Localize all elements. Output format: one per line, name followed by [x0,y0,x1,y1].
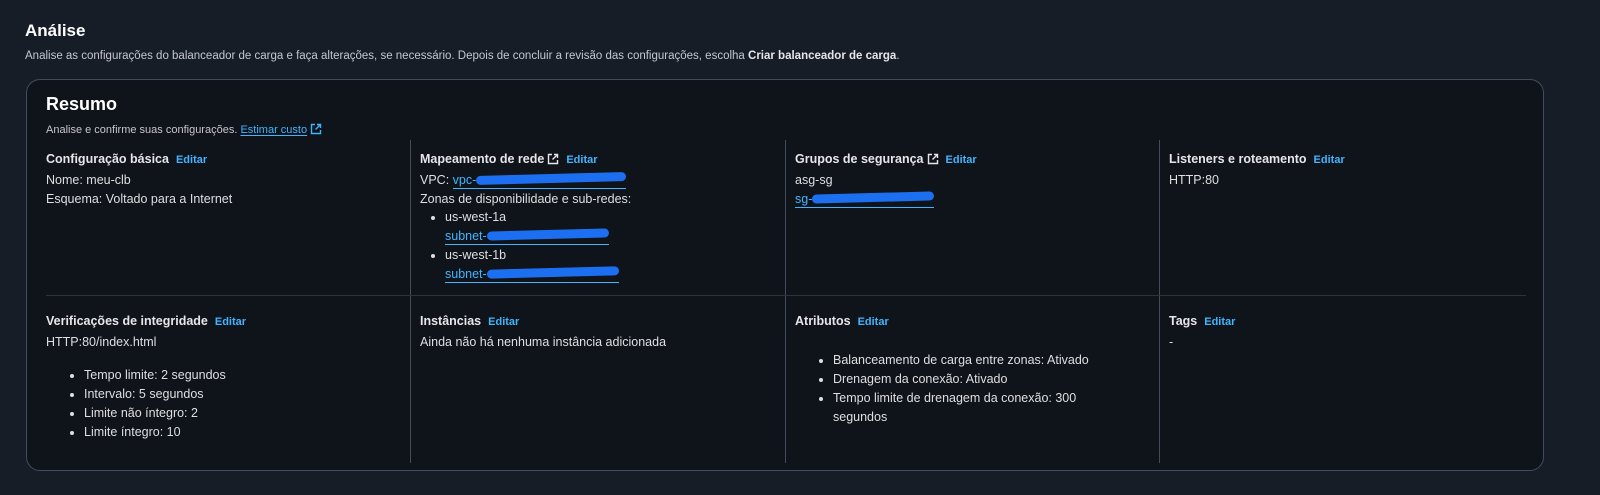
redacted-security-group-id [812,190,935,204]
summary-container: Resumo Analise e confirme suas configura… [26,79,1544,471]
subnet-link[interactable]: subnet- [445,228,609,245]
network-mapping-section: Mapeamento de rede Editar VPC: vpc- Zonas… [420,150,775,284]
estimate-cost-label: Estimar custo [240,124,308,136]
attributes-section: Atributos Editar Balanceamento de carga e… [795,312,1150,427]
attributes-title: Atributos [795,314,851,328]
redacted-subnet-id [486,228,609,241]
health-checks-section: Verificações de integridade Editar HTTP:8… [46,312,401,442]
attribute-item: Drenagem da conexão: Ativado [833,370,1150,389]
instances-value: Ainda não há nenhuma instância adicionad… [420,335,667,349]
summary-description-text: Analise e confirme suas configurações. [46,124,238,136]
security-group-link[interactable]: sg- [795,190,935,208]
edit-attributes-link[interactable]: Editar [858,316,889,328]
health-check-target: HTTP:80/index.html [46,335,157,349]
subnet-link[interactable]: subnet- [445,266,619,283]
security-groups-header: Grupos de segurança Editar [795,150,1150,168]
zone-item: us-west-1a subnet- [445,208,775,246]
edit-health-checks-link[interactable]: Editar [215,316,246,328]
edit-security-groups-link[interactable]: Editar [946,154,977,166]
edit-network-mapping-link[interactable]: Editar [566,154,597,166]
attribute-text: Tempo limite de drenagem da conexão: 300 [833,391,1077,405]
column-divider [785,140,786,463]
edit-instances-link[interactable]: Editar [488,316,519,328]
instances-section: Instâncias Editar Ainda não há nenhuma in… [420,312,775,352]
zones-list: us-west-1a subnet- us-west-1b subnet- [420,208,775,284]
basic-config-section: Configuração básica Editar Nome: meu-clb … [46,150,401,208]
security-group-prefix: sg- [795,191,813,206]
attributes-list: Balanceamento de carga entre zonas: Ativ… [795,351,1150,427]
redacted-subnet-id [486,266,619,279]
edit-tags-link[interactable]: Editar [1204,316,1235,328]
instances-header: Instâncias Editar [420,312,775,330]
listener-value: HTTP:80 [1169,173,1220,187]
attribute-item: Balanceamento de carga entre zonas: Ativ… [833,351,1150,370]
column-divider [410,140,411,463]
external-link-icon[interactable] [927,152,939,170]
page-description: Analise as configurações do balanceador … [25,50,900,62]
listeners-header: Listeners e roteamento Editar [1169,150,1524,168]
subnet-prefix: subnet- [445,229,487,243]
page-description-end: . [896,50,900,62]
tags-header: Tags Editar [1169,312,1524,330]
zone-name: us-west-1b [445,248,507,262]
health-check-list: Tempo limite: 2 segundos Intervalo: 5 se… [46,366,401,442]
vpc-link[interactable]: vpc- [452,172,627,189]
basic-config-title: Configuração básica [46,152,169,166]
zone-item: us-west-1b subnet- [445,246,775,284]
security-groups-title: Grupos de segurança [795,152,924,166]
attribute-item: Tempo limite de drenagem da conexão: 300… [833,389,1150,427]
summary-description: Analise e confirme suas configurações. E… [46,123,322,138]
basic-config-header: Configuração básica Editar [46,150,401,168]
edit-basic-config-link[interactable]: Editar [176,154,207,166]
lb-name: Nome: meu-clb [46,173,131,187]
network-mapping-header: Mapeamento de rede Editar [420,150,775,168]
external-link-icon [310,123,322,138]
lb-scheme: Esquema: Voltado para a Internet [46,191,233,206]
vpc-label: VPC: [420,173,450,187]
estimate-cost-link[interactable]: Estimar custo [240,123,322,138]
health-checks-title: Verificações de integridade [46,314,208,328]
network-mapping-title: Mapeamento de rede [420,152,545,166]
security-group-name: asg-sg [795,173,833,187]
review-page: Análise Analise as configurações do bala… [0,0,1600,495]
summary-title: Resumo [46,94,118,114]
zone-name: us-west-1a [445,210,507,224]
subnet-prefix: subnet- [445,267,487,281]
row-divider [46,295,1526,296]
listeners-title: Listeners e roteamento [1169,152,1307,166]
listeners-section: Listeners e roteamento Editar HTTP:80 [1169,150,1524,190]
tags-title: Tags [1169,314,1198,328]
edit-listeners-link[interactable]: Editar [1314,154,1345,166]
health-check-item: Intervalo: 5 segundos [84,385,401,404]
column-divider [1159,140,1160,463]
create-lb-emphasis: Criar balanceador de carga [748,50,897,62]
redacted-vpc-id [476,172,627,185]
external-link-icon[interactable] [547,152,559,170]
health-check-item: Tempo limite: 2 segundos [84,366,401,385]
security-groups-section: Grupos de segurança Editar asg-sg sg- [795,150,1150,208]
attribute-text-continued: segundos [833,410,888,424]
health-check-item: Limite não íntegro: 2 [84,404,401,423]
vpc-line: VPC: vpc- [420,171,775,190]
tags-section: Tags Editar - [1169,312,1524,352]
page-description-text: Analise as configurações do balanceador … [25,50,749,62]
vpc-id-prefix: vpc- [452,173,477,187]
attributes-header: Atributos Editar [795,312,1150,330]
zones-label: Zonas de disponibilidade e sub-redes: [420,191,632,206]
instances-title: Instâncias [420,314,482,328]
health-checks-header: Verificações de integridade Editar [46,312,401,330]
tags-value: - [1169,335,1174,349]
page-title: Análise [25,21,86,40]
health-check-item: Limite íntegro: 10 [84,423,401,442]
